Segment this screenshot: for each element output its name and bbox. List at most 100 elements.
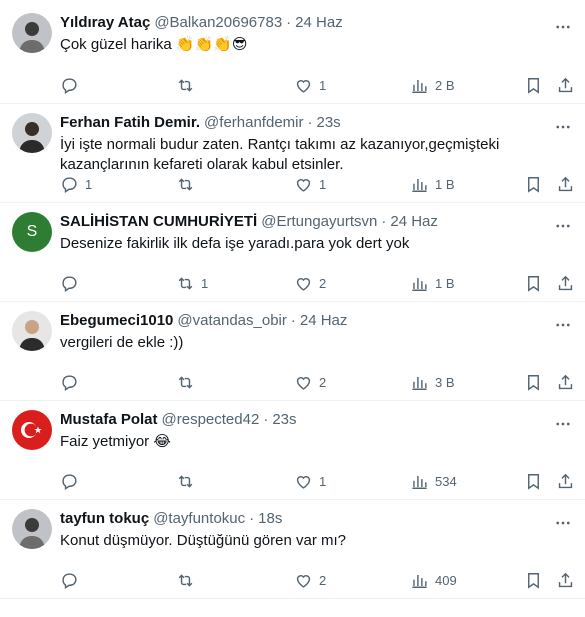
- share-button[interactable]: [556, 76, 575, 95]
- display-name[interactable]: Yıldıray Ataç: [60, 13, 150, 33]
- user-handle[interactable]: @respected42: [162, 410, 260, 430]
- tweet[interactable]: tayfun tokuç @tayfuntokuc · 18s Konut dü…: [0, 500, 585, 599]
- user-handle[interactable]: @ferhanfdemir: [204, 113, 303, 133]
- views-count: 1 B: [435, 176, 455, 192]
- reply-button[interactable]: [60, 472, 85, 491]
- display-name[interactable]: Ebegumeci1010: [60, 311, 173, 331]
- retweet-icon: [178, 573, 193, 587]
- user-handle[interactable]: @Ertungayurtsvn: [261, 212, 377, 232]
- profile-photo: [19, 122, 45, 153]
- reply-button[interactable]: 1: [60, 175, 92, 194]
- user-handle[interactable]: @Balkan20696783: [154, 13, 282, 33]
- bookmark-button[interactable]: [524, 571, 543, 590]
- action-bar: 2 3 B: [60, 372, 577, 392]
- tweet[interactable]: Ferhan Fatih Demir. @ferhanfdemir · 23s …: [0, 104, 585, 203]
- avatar[interactable]: [12, 509, 52, 549]
- tweet[interactable]: Yıldıray Ataç @Balkan20696783 · 24 Haz Ç…: [0, 0, 585, 104]
- share-button[interactable]: [556, 274, 575, 293]
- retweet-button[interactable]: 1: [176, 274, 208, 293]
- share-button[interactable]: [556, 175, 575, 194]
- timestamp[interactable]: 24 Haz: [300, 311, 348, 331]
- share-icon: [558, 77, 573, 92]
- user-handle[interactable]: @vatandas_obir: [177, 311, 286, 331]
- tweet[interactable]: Mustafa Polat @respected42 · 23s Faiz ye…: [0, 401, 585, 500]
- reply-button[interactable]: [60, 373, 85, 392]
- more-options-button[interactable]: [549, 509, 577, 537]
- bookmark-button[interactable]: [524, 274, 543, 293]
- views-button[interactable]: 2 B: [410, 76, 455, 95]
- retweet-icon: [178, 276, 193, 290]
- reply-button[interactable]: [60, 274, 85, 293]
- like-button[interactable]: 2: [294, 274, 326, 293]
- like-button[interactable]: 2: [294, 373, 326, 392]
- views-button[interactable]: 1 B: [410, 175, 455, 194]
- share-button[interactable]: [556, 472, 575, 491]
- more-icon: [556, 224, 570, 228]
- avatar[interactable]: [12, 410, 52, 450]
- views-button[interactable]: 3 B: [410, 373, 455, 392]
- separator-dot: ·: [290, 312, 296, 329]
- reply-icon: [62, 176, 77, 193]
- timestamp[interactable]: 24 Haz: [295, 13, 343, 33]
- like-icon: [296, 574, 311, 588]
- tweet-text: Desenize fakirlik ilk defa işe yaradı.pa…: [60, 235, 410, 252]
- bookmark-button[interactable]: [524, 76, 543, 95]
- tweet[interactable]: S SALİHİSTAN CUMHURİYETİ @Ertungayurtsvn…: [0, 203, 585, 302]
- tweet-header: Ebegumeci1010 @vatandas_obir · 24 Haz: [60, 311, 569, 331]
- avatar[interactable]: S: [12, 212, 52, 252]
- more-icon: [556, 25, 570, 29]
- views-count: 409: [435, 572, 457, 588]
- timestamp[interactable]: 23s: [272, 410, 296, 430]
- like-count: 1: [319, 77, 327, 93]
- separator-dot: ·: [249, 510, 255, 527]
- like-button[interactable]: 2: [294, 571, 326, 590]
- reply-icon: [62, 374, 77, 391]
- timestamp[interactable]: 18s: [258, 509, 282, 529]
- timestamp[interactable]: 23s: [316, 113, 340, 133]
- retweet-icon: [178, 177, 193, 191]
- retweet-icon: [178, 78, 193, 92]
- retweet-button[interactable]: [176, 472, 201, 491]
- retweet-button[interactable]: [176, 373, 201, 392]
- bookmark-button[interactable]: [524, 472, 543, 491]
- more-options-button[interactable]: [549, 410, 577, 438]
- profile-photo: [19, 22, 45, 53]
- display-name[interactable]: SALİHİSTAN CUMHURİYETİ: [60, 212, 257, 232]
- views-button[interactable]: 1 B: [410, 274, 455, 293]
- more-options-button[interactable]: [549, 113, 577, 141]
- share-icon: [558, 374, 573, 389]
- retweet-button[interactable]: [176, 175, 201, 194]
- more-options-button[interactable]: [549, 212, 577, 240]
- more-options-button[interactable]: [549, 311, 577, 339]
- tweet[interactable]: Ebegumeci1010 @vatandas_obir · 24 Haz ve…: [0, 302, 585, 401]
- like-button[interactable]: 1: [294, 175, 326, 194]
- like-button[interactable]: 1: [294, 76, 326, 95]
- tweet-header: SALİHİSTAN CUMHURİYETİ @Ertungayurtsvn ·…: [60, 212, 569, 232]
- bookmark-button[interactable]: [524, 175, 543, 194]
- retweet-button[interactable]: [176, 76, 201, 95]
- views-button[interactable]: 534: [410, 472, 457, 491]
- display-name[interactable]: tayfun tokuç: [60, 509, 149, 529]
- avatar[interactable]: [12, 113, 52, 153]
- reply-count: 1: [85, 176, 93, 192]
- views-button[interactable]: 409: [410, 571, 457, 590]
- retweet-button[interactable]: [176, 571, 201, 590]
- share-button[interactable]: [556, 571, 575, 590]
- display-name[interactable]: Ferhan Fatih Demir.: [60, 113, 200, 133]
- reply-button[interactable]: [60, 571, 85, 590]
- reply-button[interactable]: [60, 76, 85, 95]
- tweet-text: Faiz yetmiyor 😂: [60, 433, 171, 450]
- more-options-button[interactable]: [549, 13, 577, 41]
- display-name[interactable]: Mustafa Polat: [60, 410, 158, 430]
- user-handle[interactable]: @tayfuntokuc: [153, 509, 245, 529]
- reply-icon: [62, 572, 77, 589]
- like-count: 2: [319, 374, 327, 390]
- avatar[interactable]: [12, 311, 52, 351]
- share-button[interactable]: [556, 373, 575, 392]
- avatar[interactable]: [12, 13, 52, 53]
- like-count: 1: [319, 176, 327, 192]
- like-button[interactable]: 1: [294, 472, 326, 491]
- turkish-flag-icon: [21, 422, 42, 438]
- timestamp[interactable]: 24 Haz: [390, 212, 438, 232]
- bookmark-button[interactable]: [524, 373, 543, 392]
